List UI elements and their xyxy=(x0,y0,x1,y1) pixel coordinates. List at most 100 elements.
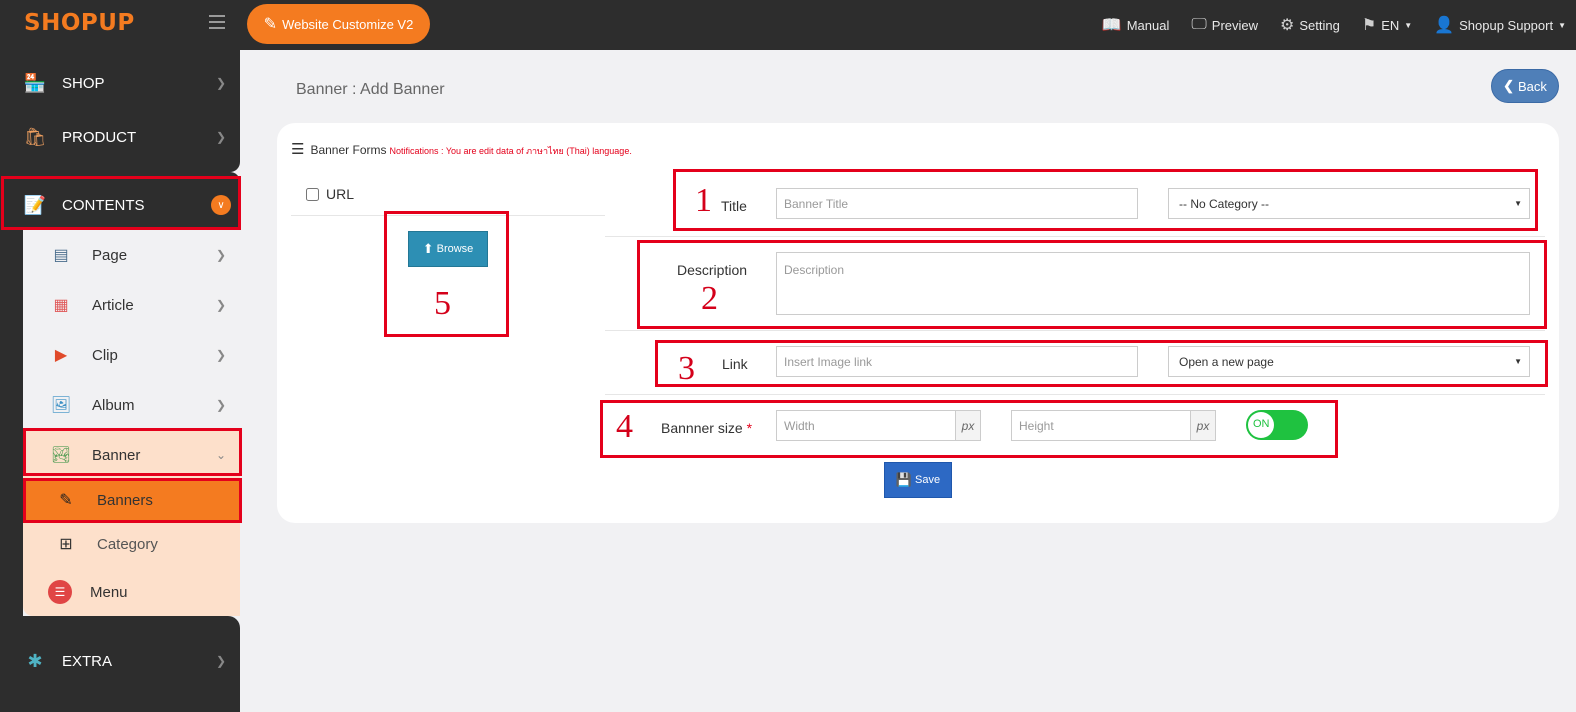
banner-image-icon: 🏞 xyxy=(50,447,72,464)
sidebar-item-shop[interactable]: 🏪 SHOP ❯ xyxy=(0,56,240,110)
shop-icon: 🏪 xyxy=(23,72,47,93)
browse-label: Browse xyxy=(436,243,474,255)
back-label: Back xyxy=(1518,78,1547,94)
setting-label: Setting xyxy=(1299,17,1340,33)
page-icon: ▤ xyxy=(53,247,69,264)
menu-lines-icon: ☰ xyxy=(291,141,305,158)
panel-header: ☰ Banner Forms Notifications : You are e… xyxy=(291,140,632,158)
chevron-right-icon: ❯ xyxy=(215,130,226,144)
chevron-right-icon: ❯ xyxy=(215,298,226,312)
banner-title-input[interactable] xyxy=(776,188,1138,219)
magic-wand-icon: ✎ xyxy=(263,16,278,33)
language-dropdown[interactable]: ⚑ EN ▼ xyxy=(1362,15,1412,35)
chevron-down-circle-icon: ∨ xyxy=(211,195,231,215)
annotation-number: 4 xyxy=(616,408,633,445)
notepad-icon: 📝 xyxy=(23,194,47,215)
sidebar-item-label: Page xyxy=(92,246,128,264)
menu-list-icon: ☰ xyxy=(48,580,72,604)
book-icon: 📖 xyxy=(1101,17,1122,34)
page-title: Banner : Add Banner xyxy=(296,81,445,98)
category-tree-icon: ⊞ xyxy=(59,536,73,553)
chevron-right-icon: ❯ xyxy=(215,348,226,362)
required-mark: * xyxy=(746,420,753,436)
banner-size-label: Bannner size * xyxy=(661,420,752,436)
save-button[interactable]: 💾 Save xyxy=(884,462,952,498)
link-target-select-value: Open a new page xyxy=(1179,354,1274,369)
sidebar: 🏪 SHOP ❯ 🛍 PRODUCT ❯ 📝 CONTENTS ∨ ▤ Page… xyxy=(0,50,240,712)
hamburger-menu-icon[interactable] xyxy=(209,15,225,29)
sidebar-item-banner[interactable]: 🏞 Banner ⌄ xyxy=(23,430,240,480)
url-checkbox[interactable] xyxy=(306,187,319,201)
website-customize-button[interactable]: ✎ Website Customize V2 xyxy=(247,4,430,44)
language-label: EN xyxy=(1381,17,1400,33)
title-label: Title xyxy=(721,198,747,214)
user-label: Shopup Support xyxy=(1459,17,1554,33)
description-textarea[interactable] xyxy=(776,252,1530,315)
banner-size-label-text: Bannner size xyxy=(661,420,743,436)
manual-link[interactable]: 📖 Manual xyxy=(1102,15,1170,35)
save-label: Save xyxy=(915,474,941,486)
preview-link[interactable]: 🖵 Preview xyxy=(1191,16,1258,34)
sidebar-item-menu[interactable]: ☰ Menu xyxy=(23,568,240,616)
sidebar-item-label: PRODUCT xyxy=(62,128,137,146)
sidebar-item-label: SHOP xyxy=(62,74,105,92)
height-input[interactable] xyxy=(1011,410,1191,441)
sidebar-item-label: Article xyxy=(92,296,134,314)
sidebar-item-banners[interactable]: ✎ Banners xyxy=(23,478,240,522)
monitor-icon: 🖵 xyxy=(1191,16,1207,33)
video-icon: ▶ xyxy=(54,347,68,364)
sidebar-item-label: EXTRA xyxy=(62,652,113,670)
puzzle-icon: ✱ xyxy=(27,650,43,671)
setting-link[interactable]: ⚙ Setting xyxy=(1280,15,1340,35)
chevron-right-icon: ❯ xyxy=(215,654,226,668)
chevron-right-icon: ❯ xyxy=(215,248,226,262)
category-select-value: -- No Category -- xyxy=(1179,196,1270,211)
sidebar-item-label: Clip xyxy=(92,346,118,364)
sidebar-item-extra[interactable]: ✱ EXTRA ❯ xyxy=(0,634,240,688)
sidebar-item-label: Banners xyxy=(97,491,153,509)
divider xyxy=(605,330,1545,331)
sidebar-item-label: Album xyxy=(92,396,135,414)
url-checkbox-row: URL xyxy=(306,186,354,202)
sidebar-item-label: Menu xyxy=(90,583,128,601)
divider xyxy=(605,236,1545,237)
sidebar-item-clip[interactable]: ▶ Clip ❯ xyxy=(23,330,240,380)
caret-down-icon: ▼ xyxy=(1514,199,1522,208)
width-input[interactable] xyxy=(776,410,956,441)
chevron-down-icon: ⌄ xyxy=(215,448,226,462)
divider xyxy=(291,215,605,216)
category-select[interactable]: -- No Category -- ▼ xyxy=(1168,188,1530,219)
back-button[interactable]: ❮ Back xyxy=(1491,69,1559,103)
top-nav: 📖 Manual 🖵 Preview ⚙ Setting ⚑ EN ▼ 👤 Sh… xyxy=(1102,0,1566,50)
user-icon: 👤 xyxy=(1434,17,1455,34)
banner-size-toggle[interactable]: ON xyxy=(1246,410,1308,440)
description-label: Description xyxy=(677,262,748,278)
link-label: Link xyxy=(722,356,748,372)
sidebar-item-category[interactable]: ⊞ Category xyxy=(23,522,240,566)
user-dropdown[interactable]: 👤 Shopup Support ▼ xyxy=(1434,15,1566,35)
website-customize-label: Website Customize V2 xyxy=(282,16,414,32)
language-notification: Notifications : You are edit data of ภาษ… xyxy=(389,146,632,156)
link-target-select[interactable]: Open a new page ▼ xyxy=(1168,346,1530,377)
image-link-input[interactable] xyxy=(776,346,1138,377)
sidebar-item-page[interactable]: ▤ Page ❯ xyxy=(23,230,240,280)
panel-title: Banner Forms xyxy=(310,143,387,157)
sidebar-item-contents[interactable]: 📝 CONTENTS ∨ xyxy=(0,178,240,232)
sidebar-item-label: Banner xyxy=(92,446,141,464)
chevron-right-icon: ❯ xyxy=(215,76,226,90)
sidebar-item-label: CONTENTS xyxy=(62,196,145,214)
floppy-disk-icon: 💾 xyxy=(895,472,913,487)
annotation-number: 3 xyxy=(678,350,695,387)
sidebar-item-product[interactable]: 🛍 PRODUCT ❯ xyxy=(0,110,240,164)
browse-button[interactable]: ⬆ Browse xyxy=(408,231,488,267)
annotation-number: 2 xyxy=(701,280,718,317)
shopping-bag-icon: 🛍 xyxy=(23,126,47,147)
height-unit-addon: px xyxy=(1190,410,1216,441)
shopup-logo[interactable]: SHOPUP xyxy=(24,10,135,36)
article-icon: ▦ xyxy=(53,297,69,314)
upload-icon: ⬆ xyxy=(422,241,434,256)
sidebar-item-article[interactable]: ▦ Article ❯ xyxy=(23,280,240,330)
caret-down-icon: ▼ xyxy=(1558,20,1566,30)
chevron-right-icon: ❯ xyxy=(215,398,226,412)
sidebar-item-album[interactable]: 🖼 Album ❯ xyxy=(23,380,240,430)
